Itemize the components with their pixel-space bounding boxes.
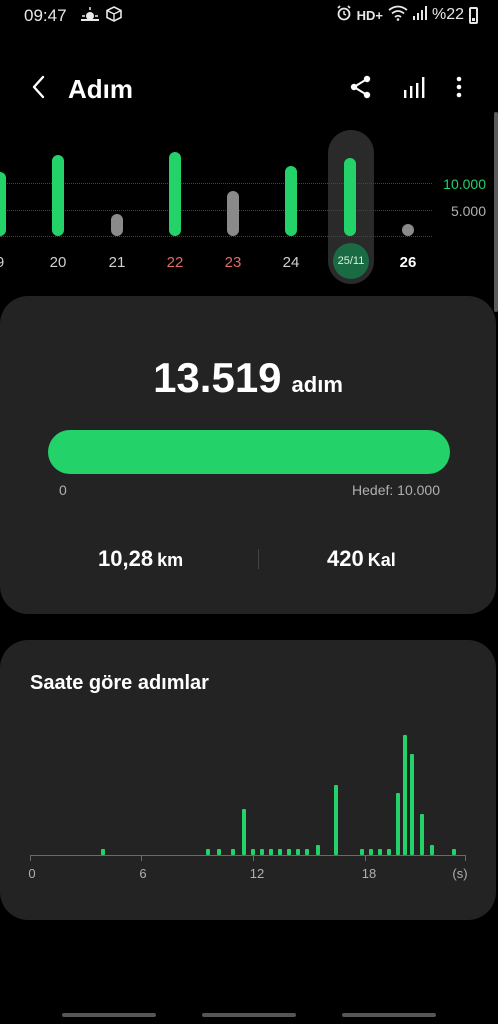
signal-icon [412,6,427,24]
distance-stat: 10,28 km [98,546,183,572]
progress-min-label: 0 [59,482,67,498]
gridline-5000 [0,210,432,211]
day-bar[interactable] [344,157,356,236]
day-label[interactable]: 9 [0,254,20,271]
hourly-bar [334,785,339,855]
hourly-title: Saate göre adımlar [30,672,209,694]
x-tick [141,855,142,861]
day-label[interactable]: 26 [388,254,428,271]
stat-divider [258,549,259,569]
hourly-bar [410,754,415,855]
battery-icon [469,6,478,24]
hourly-bar [316,845,321,855]
status-bar: 09:47 HD+ %22 [0,0,498,30]
day-bar[interactable] [52,154,64,236]
x-tick-label: 18 [361,866,377,881]
distance-unit: km [157,550,184,570]
hourly-steps-card: Saate göre adımlar 0 6 12 18 (s) [0,640,496,920]
day-label[interactable]: 24 [271,254,311,271]
distance-value: 10,28 [98,546,154,571]
day-label[interactable]: 20 [38,254,78,271]
daily-summary-card: 13.519 adım 0 Hedef: 10.000 10,28 km 420 Ka… [0,296,496,614]
chart-view-button[interactable] [402,74,430,102]
more-options-button[interactable] [446,74,474,102]
battery-percent: %22 [431,6,464,23]
day-bar[interactable] [0,172,6,236]
status-time: 09:47 [24,6,67,25]
x-tick [30,855,31,861]
share-button[interactable] [348,74,376,102]
hourly-bar [430,845,435,855]
wifi-icon [388,5,408,25]
page-title: Adım [68,74,133,104]
gridline-baseline [0,236,432,237]
hourly-bar [419,814,424,855]
selected-day-label[interactable]: 25/11 [333,243,369,279]
day-bar[interactable] [227,190,239,236]
back-button[interactable] [24,72,54,102]
bar-chart-icon [404,77,425,98]
x-tick-label: 0 [28,866,36,881]
steps-unit: adım [291,372,343,397]
nav-back-hint[interactable] [342,1013,436,1017]
day-bar[interactable] [285,166,297,236]
back-arrow-icon [32,75,45,99]
package-icon [106,6,122,27]
nav-home-hint[interactable] [202,1013,296,1017]
day-label[interactable]: 21 [97,254,137,271]
day-bar[interactable] [169,152,181,236]
alarm-icon [336,5,352,25]
day-label[interactable]: 23 [213,254,253,271]
calories-unit: Kal [367,550,396,570]
ref-label-10000: 10.000 [443,176,486,192]
ref-label-5000: 5.000 [450,203,486,219]
x-tick [465,855,466,861]
x-tick-label: 12 [249,866,265,881]
nav-recents-hint[interactable] [62,1013,156,1017]
weather-icon [80,6,100,27]
calories-value: 420 [327,546,364,571]
x-unit-label: (s) [452,866,468,881]
day-label[interactable]: 22 [155,254,195,271]
goal-progress-bar [48,430,450,474]
x-tick [365,855,366,861]
app-header: Adım [0,60,498,116]
week-steps-chart[interactable]: 10.000 5.000 9 20 21 22 23 24 26 25/11 [0,130,498,300]
x-tick-label: 6 [139,866,147,881]
x-tick [253,855,254,861]
x-axis [30,855,466,856]
hourly-bar [403,735,408,855]
steps-count: 13.519 [153,354,282,401]
day-empty-dot[interactable] [402,224,414,236]
network-type-label: HD+ [356,7,383,23]
day-bar[interactable] [111,213,123,236]
hourly-bar [241,809,246,855]
calories-stat: 420 Kal [327,546,396,572]
hourly-bar [395,792,400,855]
steps-total: 13.519 adım [0,354,496,402]
share-icon [350,75,371,99]
goal-label: Hedef: 10.000 [352,482,440,498]
more-vert-icon [456,76,462,98]
gridline-10000 [0,183,432,184]
